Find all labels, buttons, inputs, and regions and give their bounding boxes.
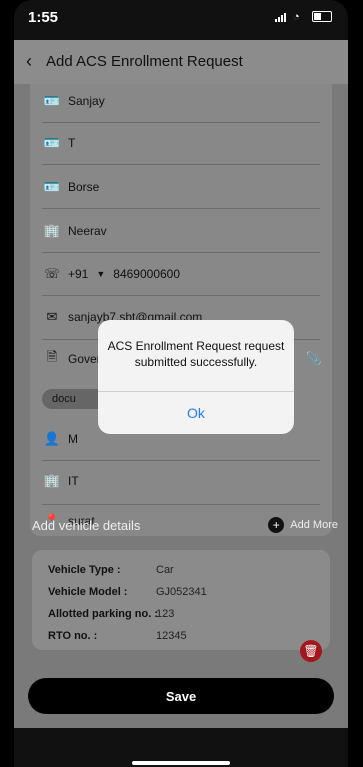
divider bbox=[42, 208, 320, 209]
person-partial: M bbox=[68, 432, 78, 446]
id-card-icon: 🪪 bbox=[43, 135, 61, 150]
vehicle-model-value: GJ052341 bbox=[156, 586, 207, 598]
document-icon: 🗎 bbox=[46, 349, 58, 364]
department-row[interactable]: 🏢 IT bbox=[44, 468, 79, 494]
add-more-button[interactable]: + Add More bbox=[268, 517, 338, 533]
delete-vehicle-icon[interactable]: 🗑 bbox=[300, 640, 322, 662]
status-icons: ◔ bbox=[275, 11, 332, 22]
ok-button[interactable]: Ok bbox=[98, 392, 294, 434]
first-name-row[interactable]: 🪪 Sanjay bbox=[44, 88, 105, 114]
divider bbox=[42, 295, 320, 296]
signal-icon bbox=[275, 12, 287, 22]
nav-bar: ‹ Add ACS Enrollment Request bbox=[14, 40, 348, 84]
company-value: Neerav bbox=[68, 224, 107, 238]
screen: ‹ Add ACS Enrollment Request 🪪 Sanjay 🪪 … bbox=[14, 40, 348, 767]
mail-icon: ✉ bbox=[46, 309, 58, 324]
middle-name-value: T bbox=[68, 136, 76, 150]
person-row[interactable]: 👤 M bbox=[44, 426, 78, 452]
last-name-row[interactable]: 🪪 Borse bbox=[44, 174, 99, 200]
company-row[interactable]: 🏢 Neerav bbox=[44, 218, 107, 244]
status-time: 1:55 bbox=[28, 9, 59, 26]
last-name-value: Borse bbox=[68, 180, 100, 194]
enrollment-form-card: 🪪 Sanjay 🪪 T 🪪 Borse 🏢 Neerav ☏ +91 ▼ 84… bbox=[30, 84, 332, 536]
parking-no-label: Allotted parking no. : bbox=[48, 608, 158, 620]
middle-name-row[interactable]: 🪪 T bbox=[44, 130, 75, 156]
vehicle-type-label: Vehicle Type : bbox=[48, 564, 121, 576]
person-icon: 👤 bbox=[43, 431, 61, 446]
id-card-icon: 🪪 bbox=[43, 179, 61, 194]
parking-no-value: 123 bbox=[156, 608, 175, 620]
office-building-icon: 🏢 bbox=[43, 473, 61, 488]
back-chevron-icon[interactable]: ‹ bbox=[26, 51, 32, 72]
home-indicator[interactable] bbox=[132, 761, 230, 765]
page-title: Add ACS Enrollment Request bbox=[46, 53, 243, 70]
alert-message: ACS Enrollment Request request submitted… bbox=[107, 339, 285, 369]
add-more-label: Add More bbox=[290, 519, 338, 531]
wifi-icon: ◔ bbox=[293, 10, 300, 23]
divider bbox=[42, 504, 320, 505]
divider bbox=[42, 164, 320, 165]
phone-row[interactable]: ☏ +91 ▼ 8469000600 bbox=[44, 261, 180, 287]
vehicle-model-label: Vehicle Model : bbox=[48, 586, 128, 598]
rto-no-label: RTO no. : bbox=[48, 630, 98, 642]
building-icon: 🏢 bbox=[43, 223, 61, 238]
attachment-icon[interactable]: 📎 bbox=[306, 351, 322, 367]
vehicle-section-title: Add vehicle details bbox=[32, 518, 141, 533]
chevron-down-icon[interactable]: ▼ bbox=[96, 269, 105, 279]
id-card-icon: 🪪 bbox=[43, 93, 61, 108]
status-bar: 1:55 ◔ bbox=[14, 0, 348, 40]
plus-icon: + bbox=[268, 517, 285, 533]
department-partial: IT bbox=[68, 474, 79, 488]
vehicle-card: Vehicle Type : Car Vehicle Model : GJ052… bbox=[32, 550, 330, 650]
first-name-value: Sanjay bbox=[68, 94, 105, 108]
phone-number: 8469000600 bbox=[113, 267, 181, 281]
phone-frame: 1:55 ◔ ‹ Add ACS Enrollment Request 🪪 Sa… bbox=[0, 0, 363, 767]
phone-code[interactable]: +91 bbox=[68, 267, 88, 281]
divider bbox=[42, 460, 320, 461]
save-button[interactable]: Save bbox=[28, 678, 334, 714]
battery-icon bbox=[312, 11, 332, 22]
vehicle-type-value: Car bbox=[156, 564, 174, 576]
rto-no-value: 12345 bbox=[156, 630, 187, 642]
phone-icon: ☏ bbox=[43, 266, 61, 281]
divider bbox=[42, 252, 320, 253]
success-alert: ACS Enrollment Request request submitted… bbox=[98, 320, 294, 434]
divider bbox=[42, 122, 320, 123]
